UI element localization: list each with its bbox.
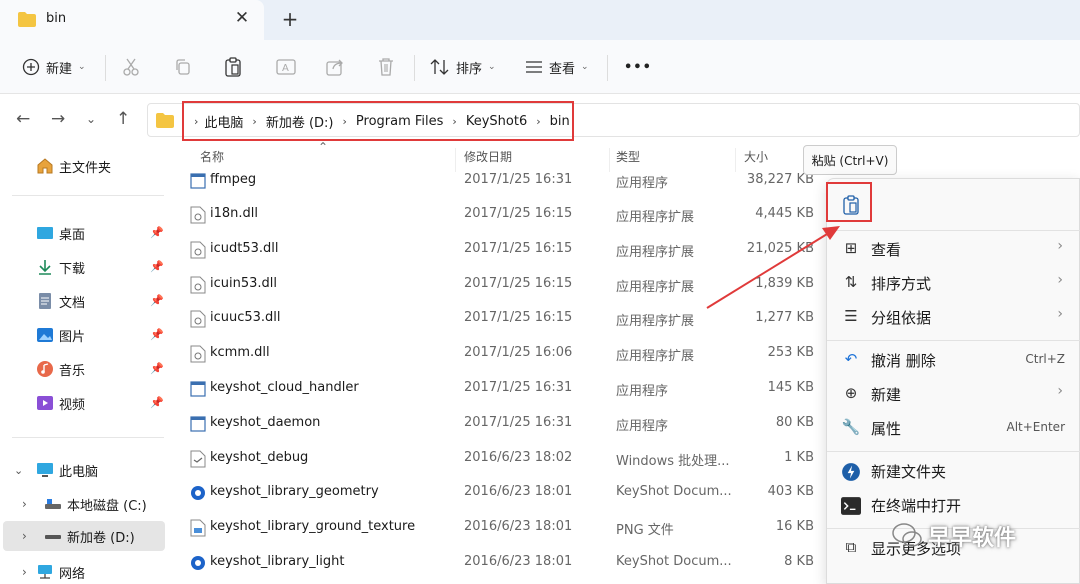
annotation-arrow <box>706 226 840 309</box>
wechat-logo-icon <box>892 523 922 547</box>
watermark-text: 早早软件 <box>928 526 1017 551</box>
watermark: 早早软件 <box>892 520 1016 552</box>
